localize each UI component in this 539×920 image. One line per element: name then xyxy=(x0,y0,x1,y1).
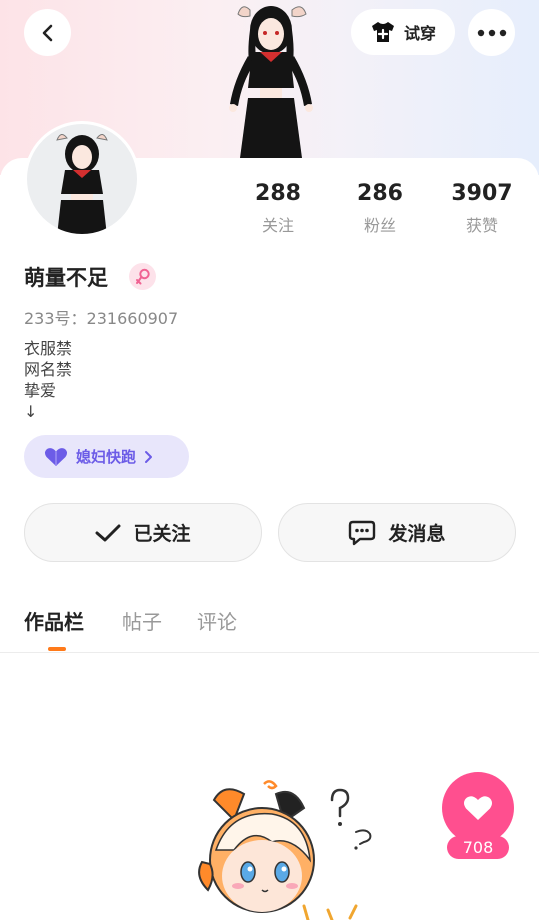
likes-received-count: 3907 xyxy=(451,181,513,206)
heart-icon xyxy=(463,796,493,820)
following-label: 关注 xyxy=(261,216,294,235)
character-hero-image xyxy=(229,6,313,158)
tab-comments[interactable]: 评论 xyxy=(197,606,237,635)
bio-line: ↓ xyxy=(24,402,38,421)
avatar[interactable] xyxy=(24,121,140,237)
tshirt-icon xyxy=(371,22,394,42)
followers-label: 粉丝 xyxy=(363,216,396,235)
family-label: 媳妇快跑 xyxy=(76,448,137,466)
chevron-right-icon xyxy=(145,450,153,463)
gender-badge xyxy=(129,263,156,290)
stat-likes[interactable]: 3907 获赞 xyxy=(442,180,522,236)
username: 萌量不足 xyxy=(24,266,108,290)
avatar-image xyxy=(56,134,108,234)
followed-button[interactable]: 已关注 xyxy=(24,503,262,562)
like-count: 708 xyxy=(447,836,509,859)
bio-line: 衣服禁 xyxy=(24,339,73,358)
send-message-label: 发消息 xyxy=(388,523,446,545)
user-id-label: 233号： xyxy=(24,309,87,328)
tab-indicator xyxy=(48,647,66,651)
likes-received-label: 获赞 xyxy=(465,216,498,235)
bio-line: 网名禁 xyxy=(24,360,73,379)
back-button[interactable] xyxy=(24,9,71,56)
stat-following[interactable]: 288 关注 xyxy=(238,180,318,236)
tab-posts[interactable]: 帖子 xyxy=(122,606,162,635)
checkmark-icon xyxy=(95,524,121,541)
stat-followers[interactable]: 286 粉丝 xyxy=(340,180,420,236)
bio-line: 挚爱 xyxy=(24,381,57,400)
family-button[interactable]: 媳妇快跑 xyxy=(24,435,189,478)
followed-label: 已关注 xyxy=(133,523,191,545)
bio: 衣服禁 网名禁 挚爱 ↓ xyxy=(24,338,72,422)
try-on-label: 试穿 xyxy=(403,24,436,43)
female-icon xyxy=(135,268,150,284)
like-button[interactable] xyxy=(442,772,514,844)
chat-bubble-icon xyxy=(349,520,376,545)
heart-icon xyxy=(44,447,68,466)
empty-state-mascot xyxy=(198,780,372,920)
chevron-left-icon xyxy=(42,24,52,41)
try-on-button[interactable]: 试穿 xyxy=(351,9,455,55)
following-count: 288 xyxy=(255,181,301,206)
send-message-button[interactable]: 发消息 xyxy=(278,503,516,562)
more-dots-icon xyxy=(477,29,506,36)
tab-divider xyxy=(0,652,539,653)
tab-works[interactable]: 作品栏 xyxy=(24,606,84,635)
more-button[interactable] xyxy=(468,9,515,56)
user-id: 233号：231660907 xyxy=(24,305,178,329)
followers-count: 286 xyxy=(357,181,403,206)
user-id-value: 231660907 xyxy=(86,309,179,328)
